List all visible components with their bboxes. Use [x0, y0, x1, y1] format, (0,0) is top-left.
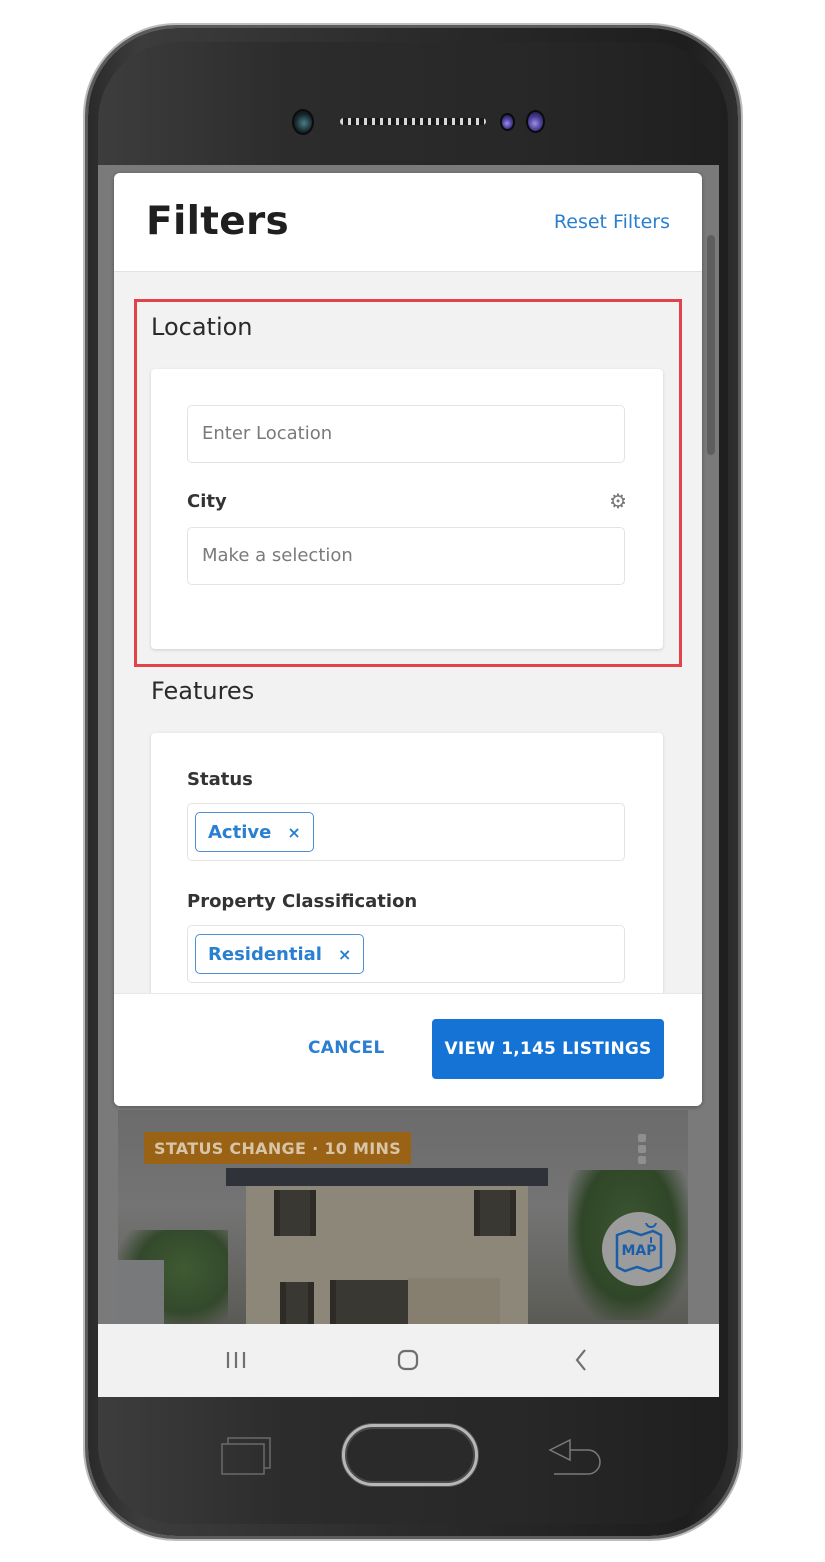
system-nav-bar	[98, 1324, 719, 1397]
city-select-placeholder: Make a selection	[202, 545, 353, 566]
hardware-home-button[interactable]	[342, 1424, 478, 1486]
listing-photo-annex	[408, 1278, 500, 1325]
home-nav-button[interactable]	[388, 1340, 428, 1380]
city-label: City	[187, 491, 227, 512]
recent-apps-icon	[221, 1437, 271, 1475]
recent-apps-button[interactable]	[216, 1340, 256, 1380]
proximity-sensor-icon	[500, 113, 515, 131]
modal-footer: CANCEL VIEW 1,145 LISTINGS	[114, 993, 702, 1106]
recent-apps-icon	[226, 1352, 246, 1368]
property-classification-chip-residential[interactable]: Residential ×	[195, 934, 365, 974]
location-input[interactable]: Enter Location	[187, 405, 625, 463]
remove-chip-icon[interactable]: ×	[287, 823, 300, 842]
status-multiselect[interactable]: Active ×	[187, 803, 625, 861]
hardware-back-button[interactable]	[548, 1438, 606, 1482]
hardware-recent-button[interactable]	[220, 1436, 272, 1480]
back-icon	[575, 1349, 586, 1371]
chip-label: Residential	[208, 943, 322, 965]
property-classification-multiselect[interactable]: Residential ×	[187, 925, 625, 983]
listing-photo-roof	[226, 1168, 548, 1186]
location-section-title: Location	[151, 313, 253, 341]
status-chip-active[interactable]: Active ×	[195, 812, 314, 852]
listing-card[interactable]: STATUS CHANGE · 10 MINS MAP	[118, 1110, 688, 1325]
map-button[interactable]: MAP	[602, 1212, 676, 1286]
page-title: Filters	[146, 199, 290, 244]
status-badge: STATUS CHANGE · 10 MINS	[144, 1132, 412, 1164]
front-camera-icon	[292, 109, 314, 135]
features-card: Status Active × Property Classification …	[151, 733, 663, 1033]
iris-sensor-icon	[526, 110, 545, 133]
filters-modal: Filters Reset Filters Location Enter Loc…	[114, 173, 702, 1106]
location-card: Enter Location City ⚙ Make a selection	[151, 369, 663, 649]
remove-chip-icon[interactable]: ×	[338, 945, 351, 964]
modal-header: Filters Reset Filters	[114, 173, 702, 272]
chip-label: Active	[208, 821, 272, 843]
gear-icon[interactable]: ⚙	[609, 489, 627, 513]
city-select[interactable]: Make a selection	[187, 527, 625, 585]
property-classification-label: Property Classification	[187, 891, 418, 912]
earpiece-speaker	[340, 118, 486, 125]
scrollbar[interactable]	[707, 235, 715, 455]
view-listings-button[interactable]: VIEW 1,145 LISTINGS	[432, 1019, 664, 1079]
home-icon	[397, 1349, 419, 1371]
status-label: Status	[187, 769, 253, 790]
features-section-title: Features	[151, 677, 255, 705]
location-input-placeholder: Enter Location	[202, 423, 333, 444]
reset-filters-link[interactable]: Reset Filters	[554, 211, 670, 233]
listing-photo-window	[474, 1190, 516, 1236]
listing-photo-window	[274, 1190, 316, 1236]
back-nav-button[interactable]	[561, 1340, 601, 1380]
map-label: MAP	[621, 1243, 657, 1259]
listing-photo-shed	[118, 1260, 164, 1325]
screen: STATUS CHANGE · 10 MINS MAP Filters Rese…	[98, 165, 719, 1397]
more-options-icon[interactable]	[638, 1134, 646, 1164]
listing-photo-window	[280, 1282, 314, 1325]
cancel-button[interactable]: CANCEL	[308, 1038, 385, 1058]
back-icon	[548, 1438, 601, 1475]
